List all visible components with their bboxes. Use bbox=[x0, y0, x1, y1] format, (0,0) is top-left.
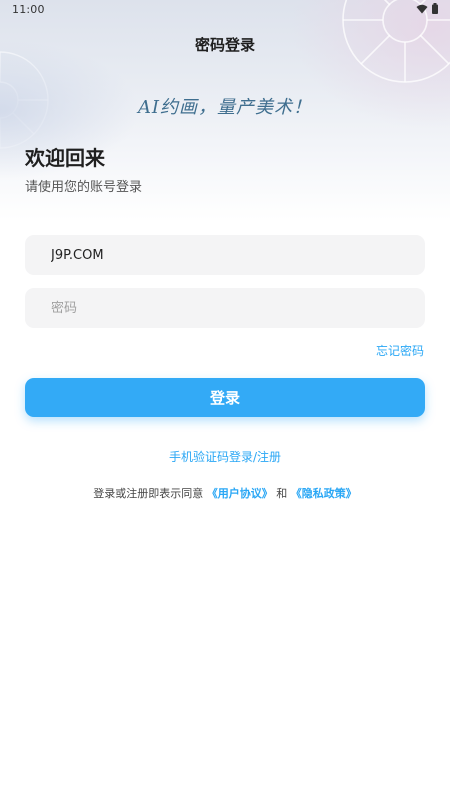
login-screen: 11:00 密码登录 AI约画，量产美术！ 欢迎回来 请使用您的账号登录 忘记密… bbox=[0, 0, 450, 800]
login-button[interactable]: 登录 bbox=[25, 378, 425, 417]
status-bar: 11:00 bbox=[0, 0, 450, 22]
user-agreement-link[interactable]: 《用户协议》 bbox=[207, 487, 273, 500]
wifi-icon bbox=[416, 4, 428, 13]
status-time: 11:00 bbox=[12, 3, 45, 16]
status-icons bbox=[416, 3, 438, 14]
agreement-joiner: 和 bbox=[276, 487, 288, 500]
page-title: 密码登录 bbox=[194, 36, 255, 54]
sms-login-link[interactable]: 手机验证码登录/注册 bbox=[0, 448, 450, 465]
agreement-prefix: 登录或注册即表示同意 bbox=[93, 487, 204, 500]
welcome-subtitle: 请使用您的账号登录 bbox=[25, 180, 143, 195]
slogan-banner: AI约画，量产美术！ bbox=[137, 97, 313, 118]
welcome-title: 欢迎回来 bbox=[25, 146, 105, 170]
privacy-policy-link[interactable]: 《隐私政策》 bbox=[291, 487, 357, 500]
agreement-text: 登录或注册即表示同意 《用户协议》 和 《隐私政策》 bbox=[0, 485, 450, 501]
forgot-password-link[interactable]: 忘记密码 bbox=[376, 342, 424, 359]
battery-icon bbox=[432, 3, 438, 14]
account-input[interactable] bbox=[25, 235, 425, 275]
password-input[interactable] bbox=[25, 288, 425, 328]
